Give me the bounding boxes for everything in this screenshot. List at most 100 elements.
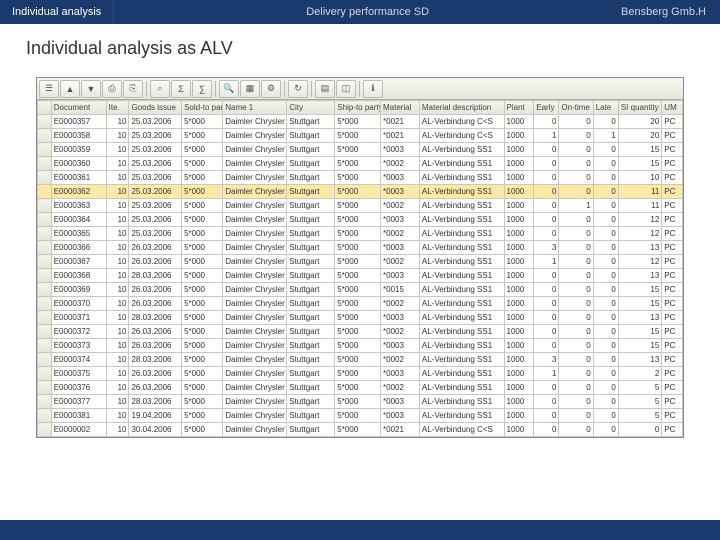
table-row[interactable]: E00003621025.03.20065*000Daimler Chrysle… — [38, 185, 683, 199]
refresh-button[interactable]: ↻ — [288, 80, 308, 98]
table-row[interactable]: E00003701026.03.20065*000Daimler Chrysle… — [38, 297, 683, 311]
details-button[interactable]: ☰ — [39, 80, 59, 98]
cell: 20 — [618, 129, 661, 143]
row-selector[interactable] — [38, 409, 52, 423]
col-header[interactable]: City — [287, 101, 335, 115]
cell: 5*000 — [335, 409, 381, 423]
row-selector[interactable] — [38, 395, 52, 409]
col-header[interactable]: Ite. — [106, 101, 129, 115]
col-header[interactable]: Ship-to party — [335, 101, 381, 115]
table-row[interactable]: E00003671026.03.20065*000Daimler Chrysle… — [38, 255, 683, 269]
cell: 26.03.2006 — [129, 367, 182, 381]
cell: AL-Verbindung SS1 — [419, 409, 504, 423]
row-selector[interactable] — [38, 423, 52, 437]
table-row[interactable]: E00003611025.03.20065*000Daimler Chrysle… — [38, 171, 683, 185]
subtotal-button[interactable]: ∑ — [192, 80, 212, 98]
col-header[interactable]: UM — [662, 101, 683, 115]
sum-button[interactable]: Σ — [171, 80, 191, 98]
cell: AL-Verbindung SS1 — [419, 255, 504, 269]
row-selector[interactable] — [38, 227, 52, 241]
col-header[interactable]: SI quantity — [618, 101, 661, 115]
info-button[interactable]: ℹ — [363, 80, 383, 98]
col-header[interactable]: Sold-to party — [182, 101, 223, 115]
cell: PC — [662, 199, 683, 213]
row-selector[interactable] — [38, 255, 52, 269]
cell: 1000 — [504, 129, 534, 143]
cell: E0000363 — [51, 199, 106, 213]
cell: 0 — [593, 339, 618, 353]
row-selector[interactable] — [38, 185, 52, 199]
col-header[interactable]: Document — [51, 101, 106, 115]
col-header[interactable]: Early — [534, 101, 559, 115]
col-header[interactable]: Plant — [504, 101, 534, 115]
row-selector[interactable] — [38, 115, 52, 129]
sort-asc-button[interactable]: ▲ — [60, 80, 80, 98]
table-row[interactable]: E00003571025.03.20065*000Daimler Chrysle… — [38, 115, 683, 129]
table-row[interactable]: E00003641025.03.20065*000Daimler Chrysle… — [38, 213, 683, 227]
cell: *0021 — [381, 423, 420, 437]
cell: 0 — [559, 423, 593, 437]
cell: 10 — [106, 353, 129, 367]
row-selector[interactable] — [38, 311, 52, 325]
row-selector[interactable] — [38, 171, 52, 185]
table-header-row: DocumentIte.Goods issueSold-to partyName… — [38, 101, 683, 115]
table-row[interactable]: E00003741028.03.20065*000Daimler Chrysle… — [38, 353, 683, 367]
row-selector[interactable] — [38, 381, 52, 395]
cell: 0 — [559, 297, 593, 311]
col-header[interactable]: Late — [593, 101, 618, 115]
table-row[interactable]: E00003721026.03.20065*000Daimler Chrysle… — [38, 325, 683, 339]
table-row[interactable]: E00003591025.03.20065*000Daimler Chrysle… — [38, 143, 683, 157]
col-header[interactable]: Goods issue — [129, 101, 182, 115]
row-selector[interactable] — [38, 283, 52, 297]
cell: 5*000 — [335, 325, 381, 339]
cell: Daimler Chrysler — [223, 353, 287, 367]
cell: E0000364 — [51, 213, 106, 227]
print-button[interactable]: ⎙ — [102, 80, 122, 98]
chart-button[interactable]: ▤ — [315, 80, 335, 98]
cell: Daimler Chrysler — [223, 423, 287, 437]
row-selector[interactable] — [38, 325, 52, 339]
cell: Daimler Chrysler — [223, 297, 287, 311]
col-header[interactable]: On-time — [559, 101, 593, 115]
cell: 0 — [593, 297, 618, 311]
table-row[interactable]: E00003751026.03.20065*000Daimler Chrysle… — [38, 367, 683, 381]
sort-desc-button[interactable]: ▼ — [81, 80, 101, 98]
graph-button[interactable]: ◫ — [336, 80, 356, 98]
row-selector[interactable] — [38, 213, 52, 227]
row-selector[interactable] — [38, 157, 52, 171]
table-row[interactable]: E00003731026.03.20065*000Daimler Chrysle… — [38, 339, 683, 353]
col-header[interactable]: Material description — [419, 101, 504, 115]
table-row[interactable]: E00003711028.03.20065*000Daimler Chrysle… — [38, 311, 683, 325]
table-row[interactable]: E00003661026.03.20065*000Daimler Chrysle… — [38, 241, 683, 255]
table-row[interactable]: E00003681028.03.20065*000Daimler Chrysle… — [38, 269, 683, 283]
table-row[interactable]: E00003601025.03.20065*000Daimler Chrysle… — [38, 157, 683, 171]
layout-button[interactable]: ▦ — [240, 80, 260, 98]
cell: 26.03.2006 — [129, 339, 182, 353]
table-row[interactable]: E00003691026.03.20065*000Daimler Chrysle… — [38, 283, 683, 297]
export-button[interactable]: ⎘ — [123, 80, 143, 98]
filter-button[interactable]: ⌕ — [150, 80, 170, 98]
table-row[interactable]: E00000021030.04.20065*000Daimler Chrysle… — [38, 423, 683, 437]
row-selector[interactable] — [38, 367, 52, 381]
cell: 3 — [534, 241, 559, 255]
col-header[interactable]: Name 1 — [223, 101, 287, 115]
row-selector[interactable] — [38, 241, 52, 255]
row-selector[interactable] — [38, 269, 52, 283]
table-row[interactable]: E00003761026.03.20065*000Daimler Chrysle… — [38, 381, 683, 395]
table-row[interactable]: E00003631025.03.20065*000Daimler Chrysle… — [38, 199, 683, 213]
row-selector[interactable] — [38, 297, 52, 311]
row-selector[interactable] — [38, 143, 52, 157]
settings-button[interactable]: ⚙ — [261, 80, 281, 98]
row-selector[interactable] — [38, 339, 52, 353]
cell: AL-Verbindung SS1 — [419, 227, 504, 241]
table-row[interactable]: E00003771028.03.20065*000Daimler Chrysle… — [38, 395, 683, 409]
row-selector[interactable] — [38, 353, 52, 367]
row-selector[interactable] — [38, 129, 52, 143]
col-header[interactable]: Material — [381, 101, 420, 115]
table-row[interactable]: E00003581025.03.20065*000Daimler Chrysle… — [38, 129, 683, 143]
row-selector[interactable] — [38, 199, 52, 213]
table-row[interactable]: E00003651025.03.20065*000Daimler Chrysle… — [38, 227, 683, 241]
table-row[interactable]: E00003811019.04.20065*000Daimler Chrysle… — [38, 409, 683, 423]
find-button[interactable]: 🔍 — [219, 80, 239, 98]
cell: 1000 — [504, 157, 534, 171]
